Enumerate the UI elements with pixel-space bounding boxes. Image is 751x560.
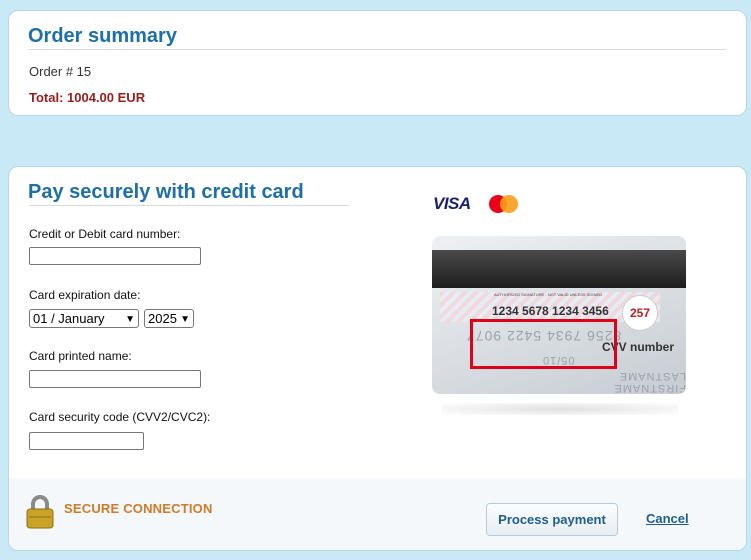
magnetic-stripe [432, 250, 686, 288]
card-number-label: Credit or Debit card number: [29, 227, 181, 241]
card-number-input[interactable] [29, 247, 201, 265]
embossed-name: FIRSTNAME LASTNAME [613, 370, 686, 394]
payment-footer: SECURE CONNECTION Process payment Cancel [9, 478, 746, 550]
expiration-year-select[interactable]: 2025 ▼ [144, 309, 194, 328]
expiration-label: Card expiration date: [29, 288, 141, 302]
highlight-box [470, 319, 617, 369]
padlock-icon [26, 495, 54, 529]
expiration-month-value: 01 / January [33, 311, 105, 326]
printed-name-input[interactable] [29, 370, 201, 388]
printed-name-label: Card printed name: [29, 349, 132, 363]
cancel-link[interactable]: Cancel [646, 503, 689, 534]
card-shadow [442, 403, 678, 415]
divider [29, 205, 349, 206]
security-code-input[interactable] [29, 432, 144, 450]
cvv-value: 257 [622, 295, 658, 331]
authorized-signature-text: AUTHORIZED SIGNATURE - NOT VALID UNLESS … [494, 292, 603, 297]
order-summary-panel: Order summary Order # 15 Total: 1004.00 … [8, 10, 747, 116]
mastercard-logo [489, 195, 521, 213]
process-payment-button[interactable]: Process payment [486, 503, 618, 536]
credit-card-back-illustration: AUTHORIZED SIGNATURE - NOT VALID UNLESS … [432, 236, 686, 394]
payment-title: Pay securely with credit card [28, 181, 304, 203]
order-number: Order # 15 [29, 64, 92, 79]
expiration-year-value: 2025 [148, 311, 177, 326]
security-code-label: Card security code (CVV2/CVC2): [29, 410, 211, 424]
payment-panel: Pay securely with credit card Credit or … [8, 166, 747, 551]
order-summary-title: Order summary [28, 25, 177, 47]
divider [29, 49, 726, 50]
order-total: Total: 1004.00 EUR [29, 90, 146, 105]
chevron-down-icon: ▼ [125, 314, 135, 325]
card-sample-number: 1234 5678 1234 3456 [492, 304, 609, 318]
visa-logo: VISA [433, 194, 471, 213]
expiration-month-select[interactable]: 01 / January ▼ [29, 309, 139, 328]
chevron-down-icon: ▼ [180, 314, 190, 325]
secure-connection-label: SECURE CONNECTION [64, 501, 213, 516]
